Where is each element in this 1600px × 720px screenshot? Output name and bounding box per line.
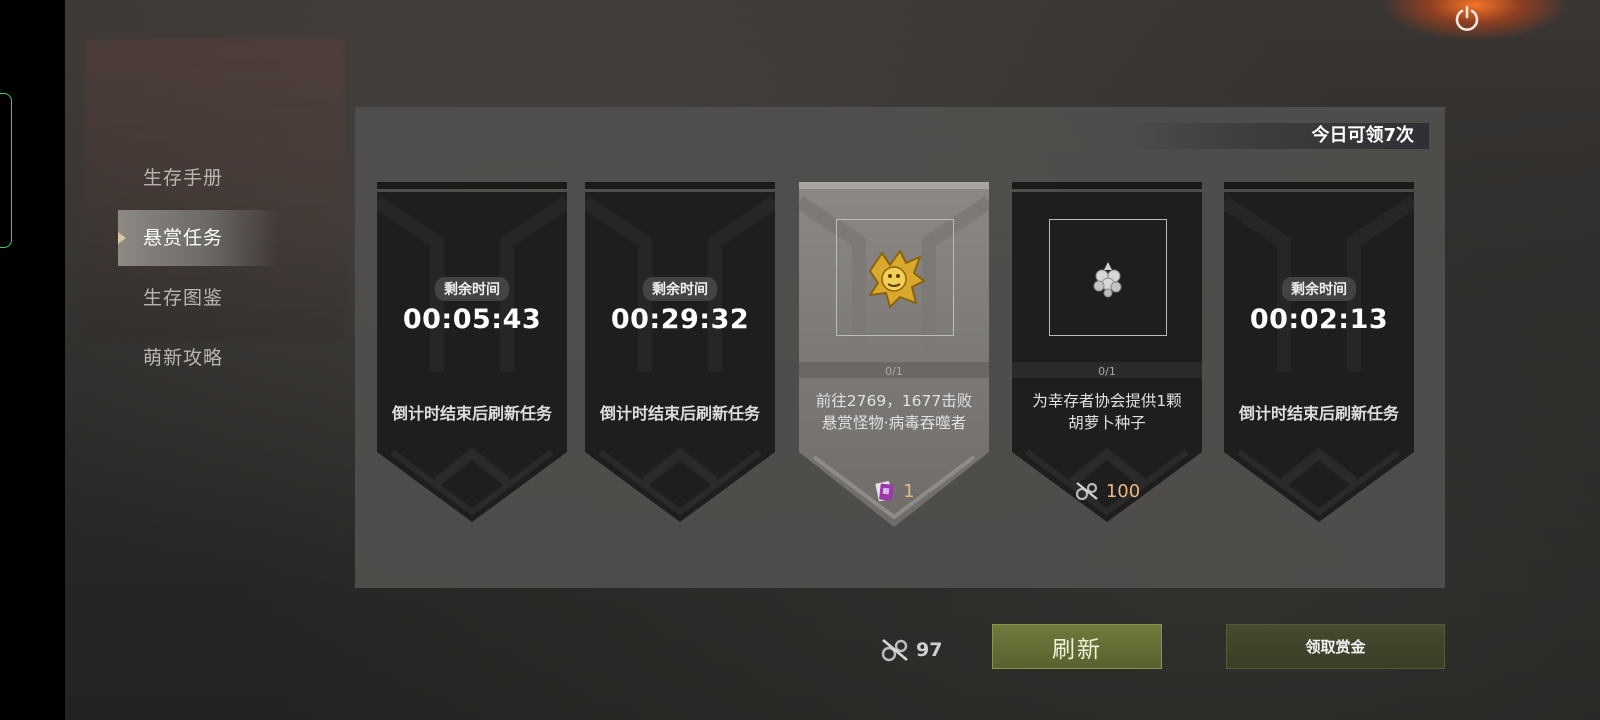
berry-seed-icon	[1093, 261, 1122, 297]
power-icon	[1455, 5, 1479, 31]
refresh-note: 倒计时结束后刷新任务	[391, 404, 552, 423]
task-progress: 0/1	[1098, 365, 1116, 378]
remaining-time-label: 剩余时间	[643, 277, 717, 301]
sidebar-item-label: 生存图鉴	[143, 287, 224, 309]
side-edge-bracket	[0, 93, 12, 248]
gear-parts-icon	[881, 639, 908, 662]
currency-amount: 97	[916, 639, 943, 661]
sidebar-item-newbie-guide[interactable]: 萌新攻略	[118, 330, 278, 386]
sidebar-item-survival-manual[interactable]: 生存手册	[118, 150, 278, 206]
task-description: 为幸存者协会提供1颗 胡萝卜种子	[1012, 390, 1202, 434]
reward-amount: 100	[1105, 480, 1141, 502]
task-description-line: 胡萝卜种子	[1068, 414, 1146, 432]
task-progress: 0/1	[885, 365, 903, 378]
purple-card-icon	[875, 481, 894, 502]
countdown-timer: 00:05:43	[402, 304, 542, 335]
sidebar-item-label: 生存手册	[143, 167, 224, 189]
gear-parts-icon	[1075, 482, 1098, 501]
task-description-line: 悬赏怪物·病毒吞噬者	[821, 414, 967, 432]
sidebar-item-survival-codex[interactable]: 生存图鉴	[118, 270, 278, 326]
parts-currency: 97	[880, 636, 942, 664]
sidebar-item-label: 萌新攻略	[143, 347, 224, 369]
task-reward: 100	[1012, 479, 1202, 503]
bounty-card-countdown[interactable]: 剩余时间 00:05:43 倒计时结束后刷新任务	[377, 182, 567, 537]
reward-amount: 1	[903, 480, 915, 502]
countdown-timer: 00:02:13	[1249, 304, 1389, 335]
bounty-card-countdown[interactable]: 剩余时间 00:29:32 倒计时结束后刷新任务	[585, 182, 775, 537]
remaining-time-label: 剩余时间	[435, 277, 509, 301]
countdown-timer: 00:29:32	[610, 304, 750, 335]
sidebar-nav: 生存手册 悬赏任务 生存图鉴 萌新攻略	[118, 150, 278, 390]
game-screen: 生存手册 悬赏任务 生存图鉴 萌新攻略 今日可领7次 剩余时间 00:05:43…	[0, 0, 1600, 720]
bounty-card-task[interactable]: 0/1 前往2769，1677击败 悬赏怪物·病毒吞噬者 1	[799, 182, 989, 537]
task-reward: 1	[799, 479, 989, 503]
refresh-button[interactable]: 刷新	[992, 624, 1162, 669]
bounty-card-countdown[interactable]: 剩余时间 00:02:13 倒计时结束后刷新任务	[1224, 182, 1414, 537]
refresh-note: 倒计时结束后刷新任务	[1238, 404, 1399, 423]
bounty-card-task[interactable]: 0/1 为幸存者协会提供1颗 胡萝卜种子 100	[1012, 182, 1202, 537]
daily-claim-limit: 今日可领7次	[1119, 123, 1429, 149]
claim-bounty-button[interactable]: 领取赏金	[1226, 624, 1445, 669]
gold-beast-badge-icon	[867, 248, 926, 309]
sidebar-item-label: 悬赏任务	[143, 227, 224, 249]
task-target-frame	[836, 219, 954, 336]
task-description: 前往2769，1677击败 悬赏怪物·病毒吞噬者	[799, 390, 989, 434]
remaining-time-label: 剩余时间	[1282, 277, 1356, 301]
task-description-line: 前往2769，1677击败	[815, 392, 973, 410]
bounty-panel: 今日可领7次 剩余时间 00:05:43 倒计时结束后刷新任务 剩余时间 00:…	[355, 107, 1445, 588]
power-button[interactable]	[1452, 2, 1482, 34]
task-description-line: 为幸存者协会提供1颗	[1032, 392, 1182, 410]
task-item-frame	[1049, 219, 1167, 336]
sidebar-item-bounty-tasks[interactable]: 悬赏任务	[118, 210, 278, 266]
refresh-note: 倒计时结束后刷新任务	[599, 404, 760, 423]
